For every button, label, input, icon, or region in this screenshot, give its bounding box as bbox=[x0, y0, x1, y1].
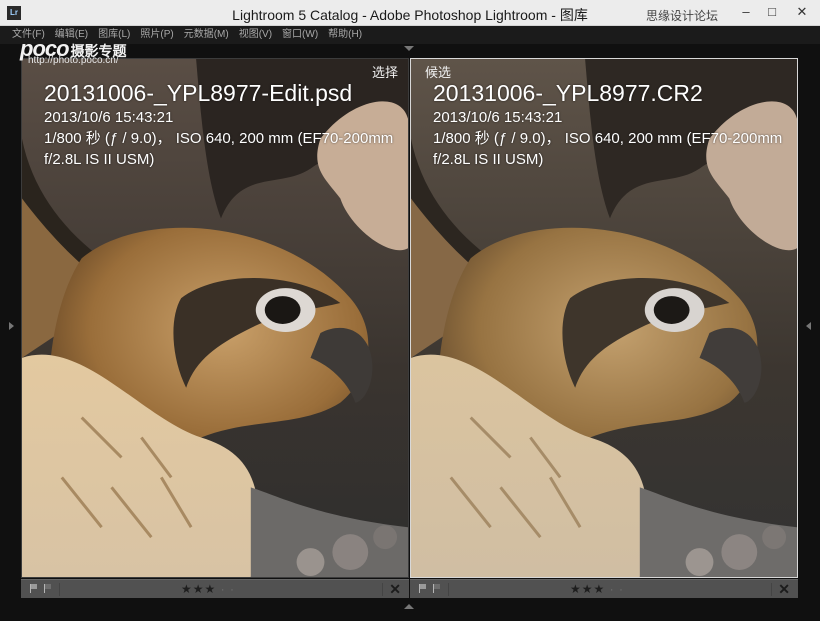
menu-metadata[interactable]: 元数据(M) bbox=[184, 26, 229, 44]
toolbar-divider bbox=[771, 583, 772, 596]
toolbar-divider bbox=[59, 583, 60, 596]
star-rating[interactable]: ★★★ · · bbox=[181, 582, 235, 596]
pick-flag-icon[interactable] bbox=[30, 584, 38, 593]
title-bar[interactable]: Lr Lightroom 5 Catalog - Adobe Photoshop… bbox=[0, 0, 820, 26]
select-toolbar: ★★★ · · ✕ bbox=[21, 579, 409, 598]
toolbar-divider bbox=[448, 583, 449, 596]
reject-flag-icon[interactable] bbox=[44, 584, 52, 593]
menu-window[interactable]: 窗口(W) bbox=[282, 26, 318, 44]
menu-view[interactable]: 视图(V) bbox=[239, 26, 272, 44]
candidate-filename: 20131006-_YPL8977.CR2 bbox=[433, 80, 703, 106]
site-watermark: 思缘设计论坛 bbox=[645, 9, 718, 23]
top-panel-toggle-icon[interactable] bbox=[404, 46, 414, 51]
rating-stars[interactable]: ★★★ bbox=[570, 582, 605, 596]
right-panel-toggle-icon[interactable] bbox=[806, 322, 811, 330]
close-window-button[interactable]: ✕ bbox=[790, 3, 814, 21]
close-candidate-button[interactable]: ✕ bbox=[778, 581, 790, 598]
minimize-button[interactable]: – bbox=[734, 3, 758, 21]
candidate-capture-date: 2013/10/6 15:43:21 bbox=[433, 109, 563, 126]
select-metadata-overlay: 20131006-_YPL8977-Edit.psd 2013/10/6 15:… bbox=[44, 79, 394, 170]
poco-watermark: poco 摄影专题 http://photo.poco.cn/ bbox=[20, 36, 127, 66]
lightroom-window: Lr Lightroom 5 Catalog - Adobe Photoshop… bbox=[0, 0, 820, 621]
menu-help[interactable]: 帮助(H) bbox=[328, 26, 362, 44]
maximize-button[interactable]: □ bbox=[760, 3, 784, 21]
reject-flag-icon[interactable] bbox=[433, 584, 441, 593]
rating-placeholders[interactable]: · · bbox=[221, 582, 235, 596]
left-panel-toggle-icon[interactable] bbox=[9, 322, 14, 330]
select-photo-panel[interactable]: 选择 20131006-_YPL8977-Edit.psd 2013/10/6 … bbox=[21, 58, 409, 578]
star-rating[interactable]: ★★★ · · bbox=[570, 582, 624, 596]
pick-flag-icon[interactable] bbox=[419, 584, 427, 593]
rating-placeholders[interactable]: · · bbox=[610, 582, 624, 596]
filmstrip-toggle-icon[interactable] bbox=[404, 604, 414, 609]
candidate-photo-panel[interactable]: 候选 20131006-_YPL8977.CR2 2013/10/6 15:43… bbox=[410, 58, 798, 578]
close-select-button[interactable]: ✕ bbox=[389, 581, 401, 598]
menu-photo[interactable]: 照片(P) bbox=[140, 26, 173, 44]
candidate-exif-info: 1/800 秒 (ƒ / 9.0)， ISO 640, 200 mm (EF70… bbox=[433, 130, 783, 168]
rating-stars[interactable]: ★★★ bbox=[181, 582, 216, 596]
select-capture-date: 2013/10/6 15:43:21 bbox=[44, 109, 174, 126]
select-exif-info: 1/800 秒 (ƒ / 9.0)， ISO 640, 200 mm (EF70… bbox=[44, 130, 394, 168]
toolbar-divider bbox=[382, 583, 383, 596]
select-filename: 20131006-_YPL8977-Edit.psd bbox=[44, 80, 353, 106]
candidate-metadata-overlay: 20131006-_YPL8977.CR2 2013/10/6 15:43:21… bbox=[433, 79, 783, 170]
candidate-toolbar: ★★★ · · ✕ bbox=[410, 579, 798, 598]
poco-url: http://photo.poco.cn/ bbox=[28, 55, 119, 66]
